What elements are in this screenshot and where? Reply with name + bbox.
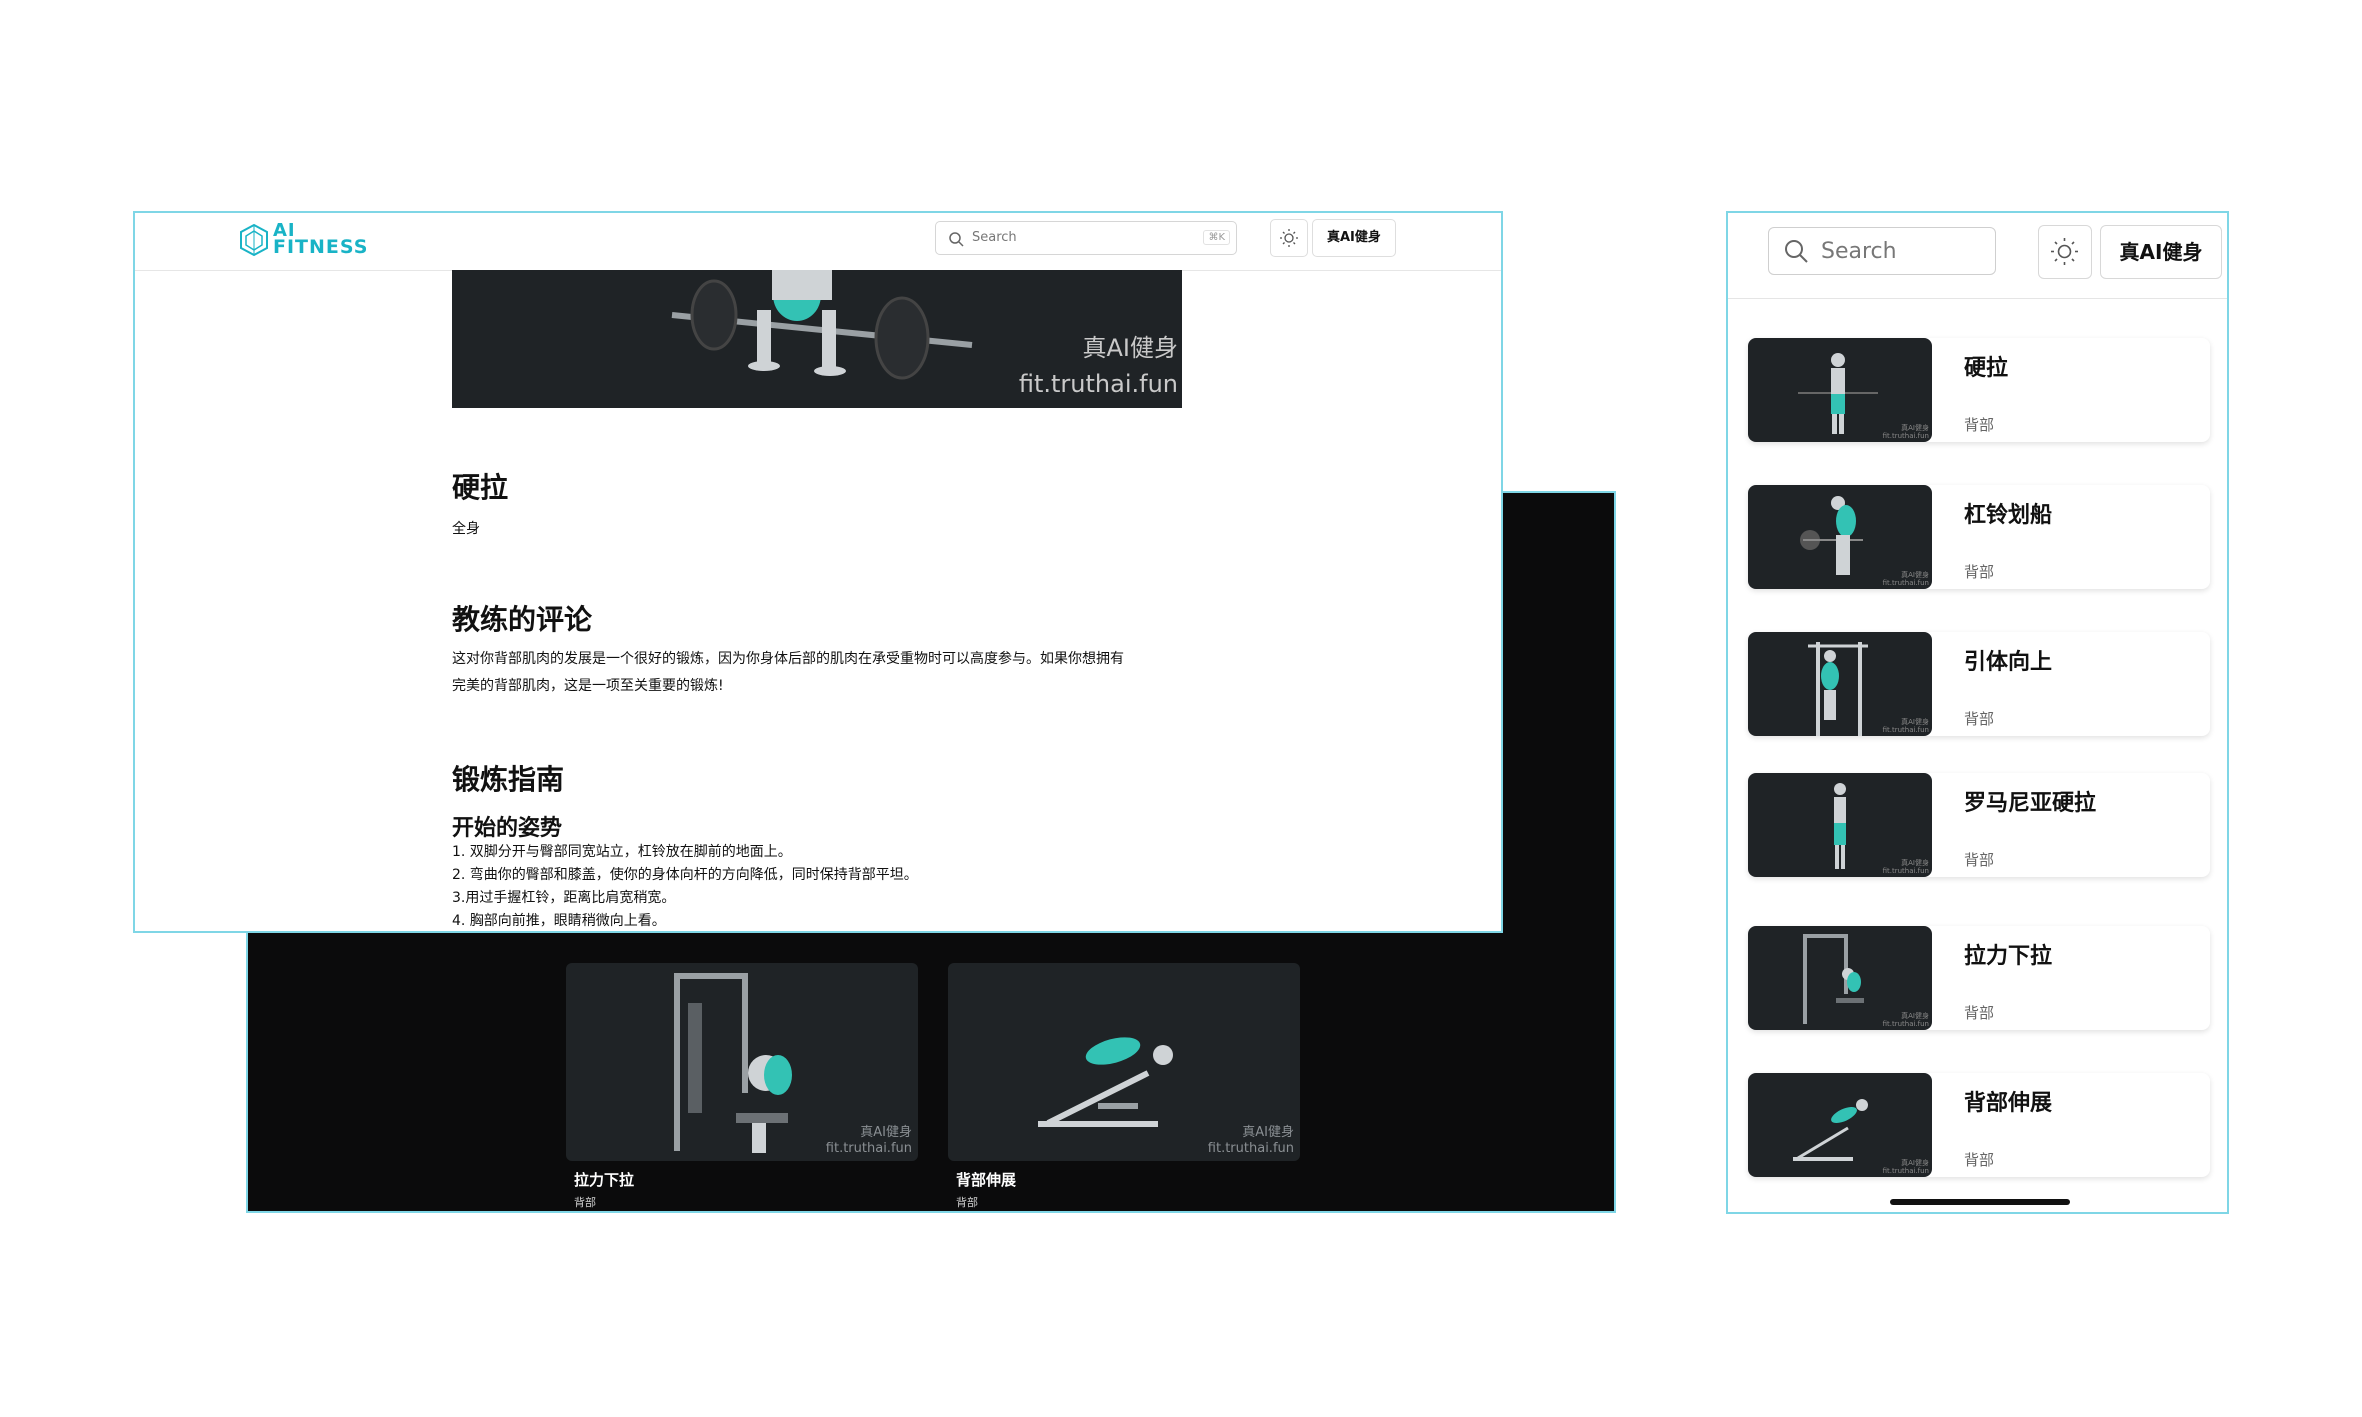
home-indicator	[1890, 1199, 2070, 1205]
exercise-list-item[interactable]: 真AI健身 fit.truthai.fun 拉力下拉 背部	[1748, 926, 2210, 1030]
exercise-hero-image: 真AI健身 fit.truthai.fun	[452, 270, 1182, 408]
item-title: 背部伸展	[1964, 1091, 2053, 1116]
sun-icon	[1280, 229, 1298, 247]
start-position-heading: 开始的姿势	[452, 816, 563, 841]
related-card-back-extension[interactable]: 真AI健身 fit.truthai.fun 背部伸展 背部	[948, 963, 1300, 1210]
exercise-list-item[interactable]: 真AI健身 fit.truthai.fun 引体向上 背部	[1748, 632, 2210, 736]
light-theme-window: AI FITNESS Search ⌘K 真AI健身 真AI健身 fit.tru…	[133, 211, 1503, 933]
logo-icon[interactable]	[239, 223, 269, 257]
exercise-thumbnail: 真AI健身 fit.truthai.fun	[1748, 338, 1932, 442]
item-category: 背部	[1964, 416, 1995, 434]
item-title: 硬拉	[1964, 356, 2009, 381]
exercise-title: 硬拉	[452, 471, 509, 504]
exercise-list-item[interactable]: 真AI健身 fit.truthai.fun 罗马尼亚硬拉 背部	[1748, 773, 2210, 877]
exercise-thumbnail: 真AI健身 fit.truthai.fun	[566, 963, 918, 1161]
steps-list: 1. 双脚分开与臀部同宽站立，杠铃放在脚前的地面上。 2. 弯曲你的臀部和膝盖，…	[452, 841, 1192, 931]
item-category: 背部	[1964, 710, 1995, 728]
exercise-thumbnail: 真AI健身 fit.truthai.fun	[1748, 1073, 1932, 1177]
watermark: 真AI健身 fit.truthai.fun	[1018, 334, 1178, 398]
exercise-thumbnail: 真AI健身 fit.truthai.fun	[1748, 632, 1932, 736]
watermark: 真AI健身 fit.truthai.fun	[1207, 1125, 1294, 1156]
search-placeholder: Search	[972, 230, 1017, 245]
sun-icon	[2051, 238, 2078, 265]
related-category: 背部	[956, 1196, 978, 1209]
logo-text[interactable]: AI FITNESS	[273, 222, 368, 257]
item-category: 背部	[1964, 1151, 1995, 1169]
item-title: 引体向上	[1964, 650, 2053, 675]
step-item: 3.用过手握杠铃，距离比肩宽稍宽。	[452, 890, 676, 906]
exercise-list-item[interactable]: 真AI健身 fit.truthai.fun 背部伸展 背部	[1748, 1073, 2210, 1177]
site-header: AI FITNESS Search ⌘K 真AI健身	[135, 213, 1501, 271]
related-title: 背部伸展	[956, 1171, 1017, 1189]
item-title: 杠铃划船	[1964, 503, 2053, 528]
exercise-list-item[interactable]: 真AI健身 fit.truthai.fun 硬拉 背部	[1748, 338, 2210, 442]
search-icon	[949, 232, 964, 247]
coach-comment: 这对你背部肌肉的发展是一个很好的锻炼，因为你身体后部的肌肉在承受重物时可以高度参…	[452, 651, 1124, 694]
mobile-header: Search 真AI健身	[1728, 213, 2227, 299]
exercise-category: 全身	[452, 521, 480, 537]
exercise-thumbnail: 真AI健身 fit.truthai.fun	[1748, 773, 1932, 877]
item-category: 背部	[1964, 851, 1995, 869]
search-input[interactable]: Search ⌘K	[935, 221, 1237, 255]
brand-button[interactable]: 真AI健身	[2100, 225, 2222, 279]
brand-button[interactable]: 真AI健身	[1312, 219, 1396, 257]
mobile-window: Search 真AI健身 真AI健身 fit.truthai.fun 硬拉 背部…	[1726, 211, 2229, 1214]
exercise-list-item[interactable]: 真AI健身 fit.truthai.fun 杠铃划船 背部	[1748, 485, 2210, 589]
exercise-thumbnail: 真AI健身 fit.truthai.fun	[1748, 485, 1932, 589]
item-category: 背部	[1964, 1004, 1995, 1022]
search-shortcut: ⌘K	[1203, 230, 1230, 245]
exercise-thumbnail: 真AI健身 fit.truthai.fun	[1748, 926, 1932, 1030]
guide-heading: 锻炼指南	[452, 763, 565, 796]
theme-toggle-button[interactable]	[1270, 219, 1308, 257]
step-item: 1. 双脚分开与臀部同宽站立，杠铃放在脚前的地面上。	[452, 844, 792, 860]
related-title: 拉力下拉	[574, 1171, 635, 1189]
item-category: 背部	[1964, 563, 1995, 581]
item-title: 罗马尼亚硬拉	[1964, 791, 2097, 816]
exercise-thumbnail: 真AI健身 fit.truthai.fun	[948, 963, 1300, 1161]
item-title: 拉力下拉	[1964, 944, 2053, 969]
search-placeholder: Search	[1821, 239, 1897, 264]
step-item: 2. 弯曲你的臀部和膝盖，使你的身体向杆的方向降低，同时保持背部平坦。	[452, 867, 918, 883]
related-card-lat-pulldown[interactable]: 真AI健身 fit.truthai.fun 拉力下拉 背部	[566, 963, 918, 1210]
search-icon	[1785, 240, 1808, 263]
watermark: 真AI健身 fit.truthai.fun	[825, 1125, 912, 1156]
coach-heading: 教练的评论	[452, 603, 593, 636]
theme-toggle-button[interactable]	[2038, 225, 2092, 279]
step-item: 4. 胸部向前推，眼睛稍微向上看。	[452, 913, 666, 929]
mobile-search-input[interactable]: Search	[1768, 227, 1996, 275]
related-category: 背部	[574, 1196, 596, 1209]
